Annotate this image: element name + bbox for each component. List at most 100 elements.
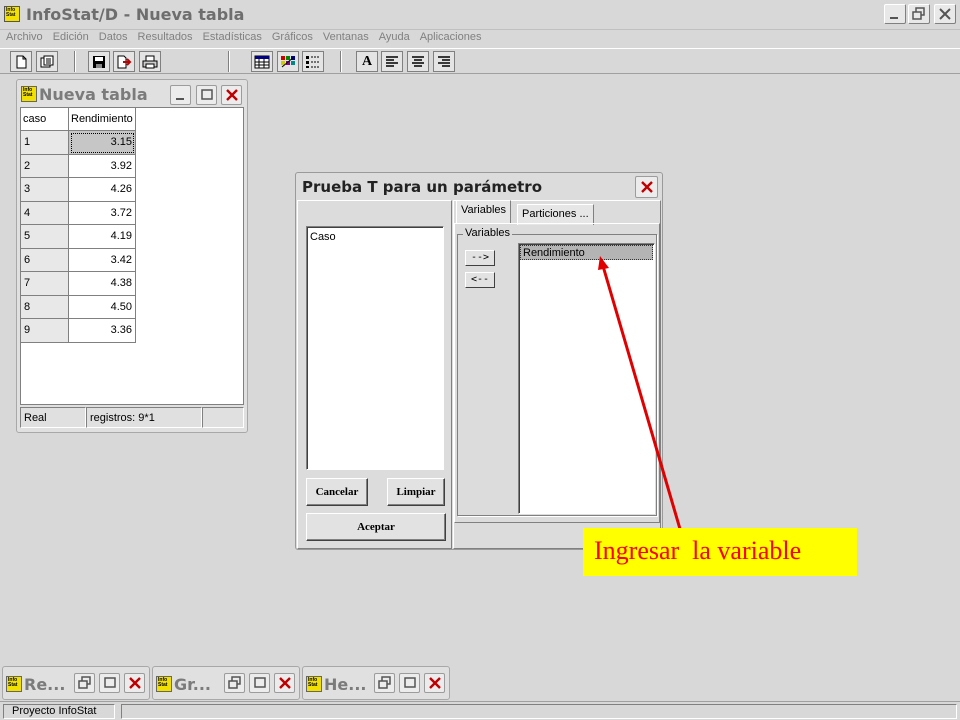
grid-cell[interactable]: 4.50 (69, 295, 136, 319)
menu-graficos[interactable]: Gráficos (272, 30, 313, 46)
menu-ayuda[interactable]: Ayuda (379, 30, 410, 46)
maximize-button[interactable] (99, 673, 120, 693)
align-right-button[interactable] (433, 51, 455, 72)
list-icon (306, 55, 319, 68)
close-button[interactable] (124, 673, 145, 693)
column-header-caso[interactable]: caso (21, 108, 69, 131)
menu-datos[interactable]: Datos (99, 30, 128, 46)
align-center-button[interactable] (407, 51, 429, 72)
table-row[interactable]: 5 4.19 (21, 225, 136, 249)
status-project: Proyecto InfoStat (3, 704, 115, 719)
tab-particiones[interactable]: Particiones ... (517, 204, 594, 225)
table-row[interactable]: 2 3.92 (21, 154, 136, 178)
grid-cell[interactable]: 3.36 (69, 319, 136, 343)
maximize-icon (104, 677, 116, 688)
selected-list-item[interactable]: Rendimiento (520, 245, 653, 260)
menu-edicion[interactable]: Edición (53, 30, 89, 46)
selected-variable-list[interactable]: Rendimiento (518, 243, 655, 514)
palette-icon (281, 55, 295, 67)
add-variable-button[interactable]: --> (465, 250, 495, 266)
restore-app-button[interactable] (908, 4, 930, 24)
palette-button[interactable] (277, 51, 299, 72)
menu-resultados[interactable]: Resultados (138, 30, 193, 46)
close-button[interactable] (274, 673, 295, 693)
table-icon (254, 55, 270, 68)
menu-estadisticas[interactable]: Estadísticas (203, 30, 262, 46)
column-header-rendimiento[interactable]: Rendimiento (69, 108, 136, 131)
grid-cell[interactable]: 3.92 (69, 154, 136, 178)
minimized-window-herramientas[interactable]: Info Stat He... (302, 666, 450, 700)
restore-button[interactable] (224, 673, 245, 693)
table-row[interactable]: 7 4.38 (21, 272, 136, 296)
clear-button[interactable]: Limpiar (387, 478, 445, 506)
table-row[interactable]: 3 4.26 (21, 178, 136, 202)
restore-button[interactable] (74, 673, 95, 693)
row-header[interactable]: 6 (21, 248, 69, 272)
table-row[interactable]: 8 4.50 (21, 295, 136, 319)
close-icon (226, 89, 238, 101)
new-file-button[interactable] (10, 51, 32, 72)
export-button[interactable] (113, 51, 135, 72)
dialog-close-button[interactable] (635, 176, 658, 198)
accept-button[interactable]: Aceptar (306, 513, 446, 541)
minimize-app-button[interactable] (884, 4, 906, 24)
grid-cell[interactable]: 3.42 (69, 248, 136, 272)
grid-cell[interactable]: 4.19 (69, 225, 136, 249)
table-minimize-button[interactable] (170, 85, 191, 105)
source-variable-list[interactable]: Caso (306, 226, 444, 470)
toolbar: A (0, 48, 960, 74)
list-button[interactable] (302, 51, 324, 72)
infostat-window-icon: Info Stat (156, 676, 172, 692)
align-left-icon (386, 55, 398, 67)
infostat-window-icon: Info Stat (21, 86, 37, 102)
bold-a-button[interactable]: A (356, 51, 378, 72)
close-button[interactable] (424, 673, 445, 693)
table-button[interactable] (251, 51, 273, 72)
row-header[interactable]: 1 (21, 131, 69, 155)
row-header[interactable]: 8 (21, 295, 69, 319)
table-row[interactable]: 4 3.72 (21, 201, 136, 225)
table-close-button[interactable] (221, 85, 242, 105)
restore-button[interactable] (374, 673, 395, 693)
open-file-button[interactable] (36, 51, 58, 72)
row-header[interactable]: 3 (21, 178, 69, 202)
grid-cell[interactable]: 3.72 (69, 201, 136, 225)
data-grid[interactable]: caso Rendimiento 1 3.15 2 3.92 3 4.26 4 … (20, 107, 244, 405)
toolbar-separator (74, 51, 76, 72)
print-button[interactable] (139, 51, 161, 72)
infostat-app-icon[interactable]: Info Stat (4, 6, 20, 22)
menu-ventanas[interactable]: Ventanas (323, 30, 369, 46)
minimized-window-resultados[interactable]: Info Stat Re... (2, 666, 150, 700)
cancel-button[interactable]: Cancelar (306, 478, 368, 506)
table-maximize-button[interactable] (196, 85, 217, 105)
variables-group-label: Variables (463, 227, 513, 239)
table-row[interactable]: 1 3.15 (21, 131, 136, 155)
annotation-callout: Ingresar la variable (583, 528, 857, 576)
remove-variable-button[interactable]: <-- (465, 272, 495, 288)
row-header[interactable]: 5 (21, 225, 69, 249)
maximize-button[interactable] (249, 673, 270, 693)
save-button[interactable] (88, 51, 110, 72)
table-window-titlebar[interactable]: Info Stat Nueva tabla (19, 82, 245, 106)
align-left-button[interactable] (381, 51, 403, 72)
row-header[interactable]: 2 (21, 154, 69, 178)
minimized-window-graficos[interactable]: Info Stat Gr... (152, 666, 300, 700)
grid-cell[interactable]: 3.15 (69, 131, 136, 155)
maximize-button[interactable] (399, 673, 420, 693)
menu-aplicaciones[interactable]: Aplicaciones (420, 30, 482, 46)
row-header[interactable]: 9 (21, 319, 69, 343)
row-header[interactable]: 7 (21, 272, 69, 296)
table-row[interactable]: 6 3.42 (21, 248, 136, 272)
table-row[interactable]: 9 3.36 (21, 319, 136, 343)
table-window-title: Nueva tabla (39, 85, 148, 104)
list-item[interactable]: Caso (310, 231, 336, 243)
close-icon (939, 8, 951, 20)
close-app-button[interactable] (934, 4, 956, 24)
menu-bar: Archivo Edición Datos Resultados Estadís… (0, 30, 960, 46)
menu-archivo[interactable]: Archivo (6, 30, 43, 46)
grid-cell[interactable]: 4.26 (69, 178, 136, 202)
tab-variables[interactable]: Variables (456, 200, 512, 223)
close-icon (641, 181, 653, 193)
row-header[interactable]: 4 (21, 201, 69, 225)
grid-cell[interactable]: 4.38 (69, 272, 136, 296)
